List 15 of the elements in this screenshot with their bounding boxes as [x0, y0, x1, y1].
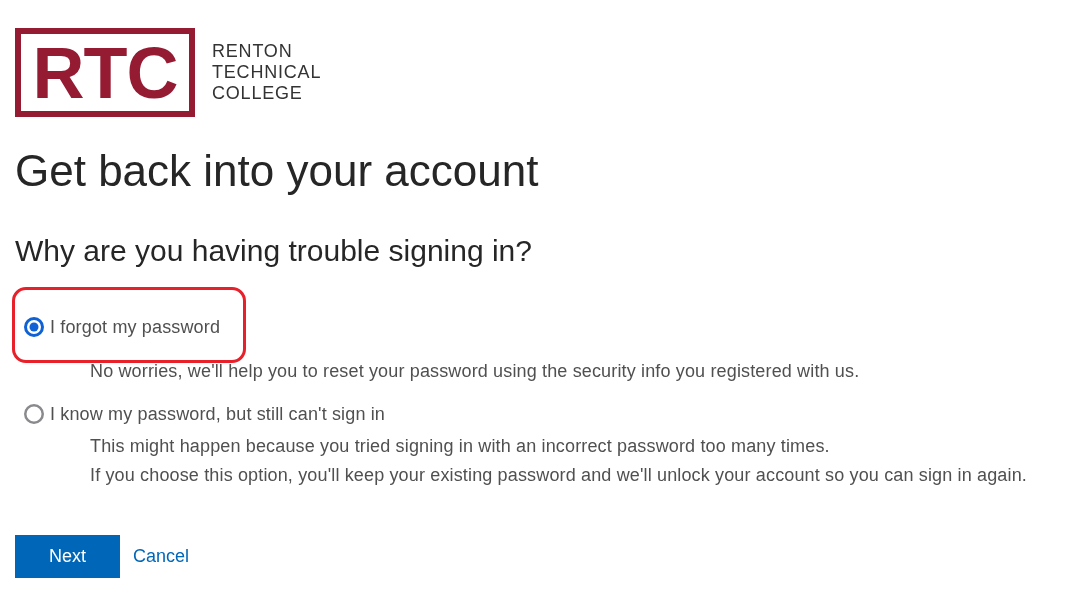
radio-button[interactable] — [24, 317, 44, 337]
next-button[interactable]: Next — [15, 535, 120, 578]
logo-letters: RTC — [32, 36, 178, 109]
option-description: No worries, we'll help you to reset your password using the security info you registered with us. — [90, 360, 861, 383]
college-name-line: COLLEGE — [212, 83, 304, 104]
option-description: If you choose this option, you'll keep your existing password and we'll unlock your account so you can sign in again. — [90, 464, 1028, 487]
college-name-line: RENTON — [212, 41, 294, 62]
option-description: This might happen because you tried signing in with an incorrect password too many times. — [90, 435, 831, 458]
page-title: Get back into your account — [15, 145, 540, 197]
cancel-link[interactable]: Cancel — [133, 543, 190, 570]
question-heading: Why are you having trouble signing in? — [15, 233, 533, 269]
option-label[interactable]: I forgot my password — [50, 315, 221, 339]
radio-button[interactable] — [24, 404, 44, 424]
option-label[interactable]: I know my password, but still can't sign in — [50, 402, 386, 426]
college-name-line: TECHNICAL — [212, 62, 322, 83]
